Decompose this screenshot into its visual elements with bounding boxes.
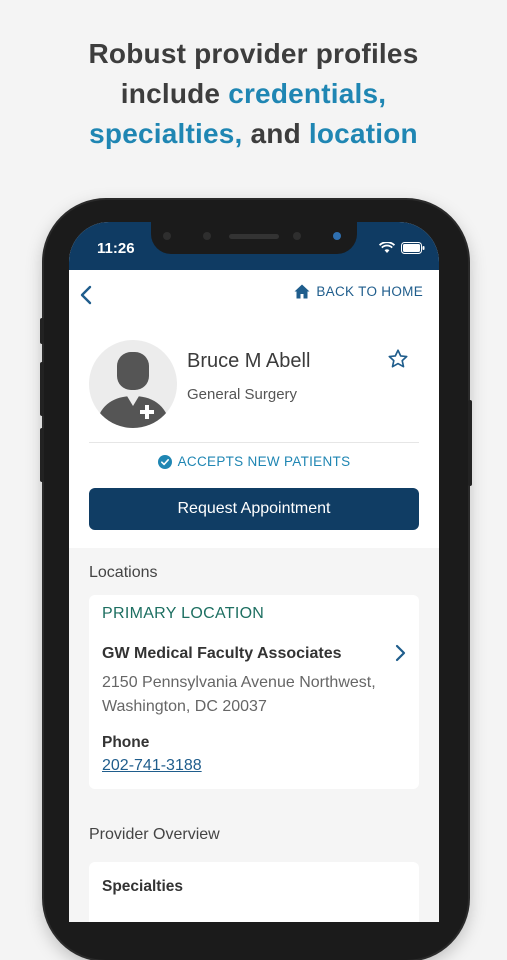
notch-sensor-mid bbox=[203, 232, 211, 240]
location-name: GW Medical Faculty Associates bbox=[102, 645, 342, 662]
phone-volume-down bbox=[40, 428, 44, 482]
header-divider bbox=[89, 442, 419, 443]
back-to-home-link[interactable]: BACK TO HOME bbox=[294, 284, 423, 299]
home-icon bbox=[294, 284, 310, 299]
back-to-home-label: BACK TO HOME bbox=[316, 284, 423, 299]
phone-label: Phone bbox=[102, 734, 150, 751]
star-outline-icon bbox=[388, 349, 408, 368]
headline-and: and bbox=[242, 118, 309, 149]
headline-credentials: credentials, bbox=[228, 78, 387, 109]
favorite-button[interactable] bbox=[387, 348, 409, 375]
app-screen: 11:26 BACK TO HOME Bruce M Abell General… bbox=[69, 222, 439, 922]
specialties-card: Specialties bbox=[89, 862, 419, 922]
chevron-left-icon bbox=[80, 285, 92, 305]
headline-line1: Robust provider profiles bbox=[88, 38, 419, 69]
request-appointment-button[interactable]: Request Appointment bbox=[89, 488, 419, 530]
provider-name: Bruce M Abell bbox=[187, 350, 311, 372]
phone-power-button bbox=[468, 400, 472, 486]
phone-silent-switch bbox=[40, 318, 44, 344]
notch-sensor-left bbox=[163, 232, 171, 240]
back-button[interactable] bbox=[77, 284, 97, 306]
status-icons bbox=[379, 242, 425, 254]
accepts-new-patients-label: ACCEPTS NEW PATIENTS bbox=[177, 454, 351, 469]
primary-location-card[interactable]: PRIMARY LOCATION GW Medical Faculty Asso… bbox=[89, 595, 419, 789]
phone-volume-up bbox=[40, 362, 44, 416]
provider-header-card: BACK TO HOME Bruce M Abell General Surge… bbox=[69, 270, 439, 548]
wifi-icon bbox=[379, 242, 395, 253]
provider-avatar bbox=[89, 340, 177, 428]
location-address: 2150 Pennsylvania Avenue Northwest, Wash… bbox=[102, 671, 376, 719]
battery-icon bbox=[401, 242, 425, 254]
doctor-placeholder-icon bbox=[95, 352, 171, 428]
locations-heading: Locations bbox=[89, 564, 158, 581]
headline-line2-prefix: include bbox=[120, 78, 229, 109]
check-circle-icon bbox=[157, 454, 172, 469]
headline-specialties: specialties, bbox=[89, 118, 243, 149]
provider-specialty: General Surgery bbox=[187, 386, 298, 403]
phone-number-link[interactable]: 202-741-3188 bbox=[102, 757, 202, 775]
notch-sensor-right bbox=[293, 232, 301, 240]
chevron-right-icon bbox=[395, 644, 406, 662]
notch-speaker bbox=[229, 234, 279, 239]
headline-location: location bbox=[308, 118, 418, 149]
front-camera bbox=[333, 232, 341, 240]
primary-location-label: PRIMARY LOCATION bbox=[102, 605, 265, 622]
address-line2: Washington, DC 20037 bbox=[102, 698, 267, 715]
location-details-button[interactable] bbox=[393, 643, 407, 668]
accepts-new-patients-badge: ACCEPTS NEW PATIENTS bbox=[69, 454, 439, 469]
status-time: 11:26 bbox=[97, 240, 135, 257]
specialties-label: Specialties bbox=[102, 878, 183, 895]
provider-overview-heading: Provider Overview bbox=[89, 826, 220, 843]
promo-headline: Robust provider profiles include credent… bbox=[0, 34, 507, 154]
phone-notch bbox=[151, 222, 357, 254]
address-line1: 2150 Pennsylvania Avenue Northwest, bbox=[102, 674, 376, 691]
